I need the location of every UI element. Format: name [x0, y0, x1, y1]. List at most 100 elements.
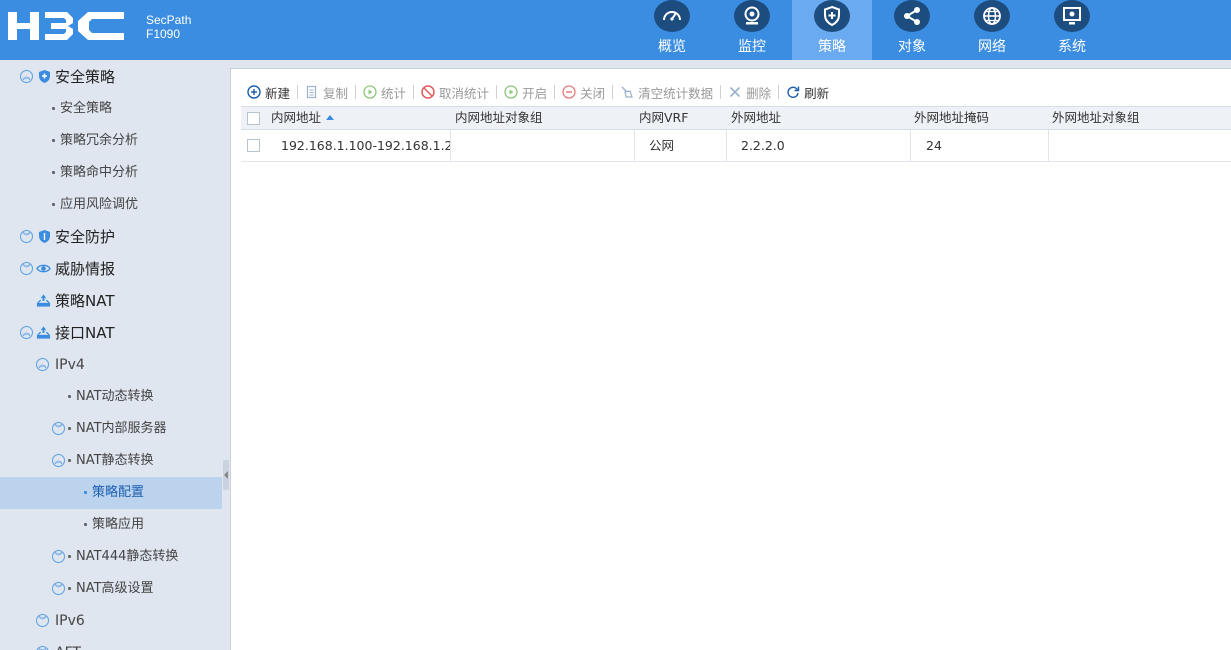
play-circle-icon: [504, 85, 518, 99]
nav-network[interactable]: 网络: [952, 0, 1032, 60]
disable-button-label: 关闭: [580, 85, 606, 101]
product-name: SecPath: [146, 13, 192, 27]
copy-button[interactable]: 复制: [301, 81, 352, 103]
sidebar-item-label: IPv6: [55, 613, 85, 629]
sidebar-group-nat-static[interactable]: ︽ NAT静态转换: [0, 445, 222, 477]
column-header-label: 外网地址对象组: [1052, 110, 1140, 125]
column-header-label: 内网VRF: [639, 110, 689, 125]
disable-button[interactable]: 关闭: [558, 81, 609, 103]
expand-icon[interactable]: ︾: [20, 262, 33, 275]
new-button[interactable]: 新建: [243, 81, 294, 103]
table-row[interactable]: 192.168.1.100-192.168.1.2... 公网 2.2.2.0 …: [241, 130, 1231, 162]
collapse-icon[interactable]: ︽: [36, 358, 49, 371]
refresh-button[interactable]: 刷新: [782, 81, 833, 103]
stats-button[interactable]: 统计: [359, 81, 410, 103]
sidebar-item-label: AFT: [55, 637, 81, 650]
sidebar-group-security-protection[interactable]: ︾ 安全防护: [0, 221, 222, 253]
sidebar-item-label: 策略冗余分析: [60, 133, 139, 148]
delete-button[interactable]: 删除: [724, 81, 775, 103]
toolbar-divider: [612, 85, 614, 99]
nav-system[interactable]: 系统: [1032, 0, 1112, 60]
close-icon: [730, 86, 741, 98]
nav-label: 监控: [738, 39, 766, 55]
nav-policy[interactable]: 策略: [792, 0, 872, 60]
cell-inside-object-group: [451, 130, 635, 161]
play-circle-icon: [363, 85, 377, 99]
new-button-label: 新建: [265, 85, 291, 101]
expand-icon[interactable]: ︾: [52, 582, 65, 595]
cancel-stats-button[interactable]: 取消统计: [417, 81, 493, 103]
sidebar-item-label: NAT内部服务器: [76, 421, 167, 436]
row-checkbox[interactable]: [247, 139, 260, 152]
sidebar-item-policy-apply[interactable]: 策略应用: [0, 509, 222, 541]
globe-icon: [974, 0, 1010, 32]
sidebar-group-security-policy[interactable]: ︽ 安全策略: [0, 61, 222, 93]
enable-button[interactable]: 开启: [500, 81, 551, 103]
stats-button-label: 统计: [381, 85, 407, 101]
share-nodes-icon: [894, 0, 930, 32]
collapse-icon[interactable]: ︽: [20, 70, 33, 83]
bullet-icon: [84, 523, 87, 526]
expand-icon[interactable]: ︾: [52, 422, 65, 435]
expand-icon[interactable]: ︾: [36, 614, 49, 627]
sidebar-item-policy-nat[interactable]: 策略NAT: [0, 285, 222, 317]
collapse-icon[interactable]: ︽: [20, 326, 33, 339]
bullet-icon: [68, 459, 71, 462]
sidebar-item-nat-dynamic[interactable]: NAT动态转换: [0, 381, 222, 413]
collapse-handle[interactable]: [223, 460, 229, 490]
sidebar-item-policy-config[interactable]: 策略配置: [0, 477, 222, 509]
column-header-label: 外网地址掩码: [914, 110, 990, 125]
monitor-icon: [734, 0, 770, 32]
sidebar-item-label: NAT高级设置: [76, 581, 154, 596]
sidebar-group-aft[interactable]: ︾ AFT: [0, 637, 222, 650]
collapse-icon[interactable]: ︽: [52, 454, 65, 467]
sidebar-group-interface-nat[interactable]: ︽ 接口NAT: [0, 317, 222, 349]
refresh-button-label: 刷新: [804, 85, 830, 101]
column-header-inside-vrf[interactable]: 内网VRF: [639, 107, 727, 129]
toolbar-divider: [720, 85, 722, 99]
sidebar-group-nat-advanced[interactable]: ︾ NAT高级设置: [0, 573, 222, 605]
column-header-outside-mask[interactable]: 外网地址掩码: [914, 107, 1048, 129]
sidebar-group-nat-server[interactable]: ︾ NAT内部服务器: [0, 413, 222, 445]
sidebar-group-threat-intel[interactable]: ︾ 威胁情报: [0, 253, 222, 285]
sidebar-item-security-policy[interactable]: 安全策略: [0, 93, 222, 125]
column-header-outside-object-group[interactable]: 外网地址对象组: [1052, 107, 1231, 129]
column-header-inside-object-group[interactable]: 内网地址对象组: [455, 107, 635, 129]
clear-stats-button[interactable]: 清空统计数据: [616, 81, 717, 103]
nav-label: 对象: [898, 39, 926, 55]
nav-objects[interactable]: 对象: [872, 0, 952, 60]
nav-label: 概览: [658, 39, 686, 55]
shield-icon: [39, 70, 50, 83]
sidebar-item-redundancy-analysis[interactable]: 策略冗余分析: [0, 125, 222, 157]
sidebar-item-app-risk-tuning[interactable]: 应用风险调优: [0, 189, 222, 221]
bullet-icon: [52, 203, 55, 206]
select-all-checkbox[interactable]: [247, 112, 260, 125]
bullet-icon: [68, 395, 71, 398]
column-header-label: 内网地址: [271, 110, 322, 125]
nav-monitor[interactable]: 监控: [712, 0, 792, 60]
sidebar-item-label: NAT444静态转换: [76, 549, 179, 564]
main-content: 新建 复制 统计 取消统计 开启 关闭 清空统计数据 删除 刷新 内网地址 内网…: [230, 68, 1231, 650]
column-header-outside-address[interactable]: 外网地址: [731, 107, 911, 129]
expand-icon[interactable]: ︾: [52, 550, 65, 563]
copy-icon: [306, 85, 317, 99]
nav-overview[interactable]: 概览: [632, 0, 712, 60]
sidebar-item-label: 安全策略: [60, 101, 113, 116]
shield-icon: [814, 0, 850, 32]
nat-policy-table: 内网地址 内网地址对象组 内网VRF 外网地址 外网地址掩码 外网地址对象组 1…: [241, 106, 1231, 162]
cancel-stats-button-label: 取消统计: [439, 85, 490, 101]
sidebar-item-hit-analysis[interactable]: 策略命中分析: [0, 157, 222, 189]
sidebar-group-ipv6[interactable]: ︾ IPv6: [0, 605, 222, 637]
expand-icon[interactable]: ︾: [20, 230, 33, 243]
sidebar-item-label: NAT动态转换: [76, 389, 154, 404]
clear-stats-button-label: 清空统计数据: [638, 85, 714, 101]
sidebar-group-ipv4[interactable]: ︽ IPv4: [0, 349, 222, 381]
top-nav: 概览 监控 策略 对象 网络 系统: [632, 0, 1112, 60]
expand-icon[interactable]: ︾: [36, 646, 49, 650]
delete-button-label: 删除: [746, 85, 772, 101]
bullet-icon: [84, 491, 87, 494]
sidebar-splitter[interactable]: [222, 60, 230, 650]
cell-inside-address: 192.168.1.100-192.168.1.2...: [271, 130, 451, 161]
sidebar-group-nat444-static[interactable]: ︾ NAT444静态转换: [0, 541, 222, 573]
column-header-inside-address[interactable]: 内网地址: [271, 107, 451, 129]
